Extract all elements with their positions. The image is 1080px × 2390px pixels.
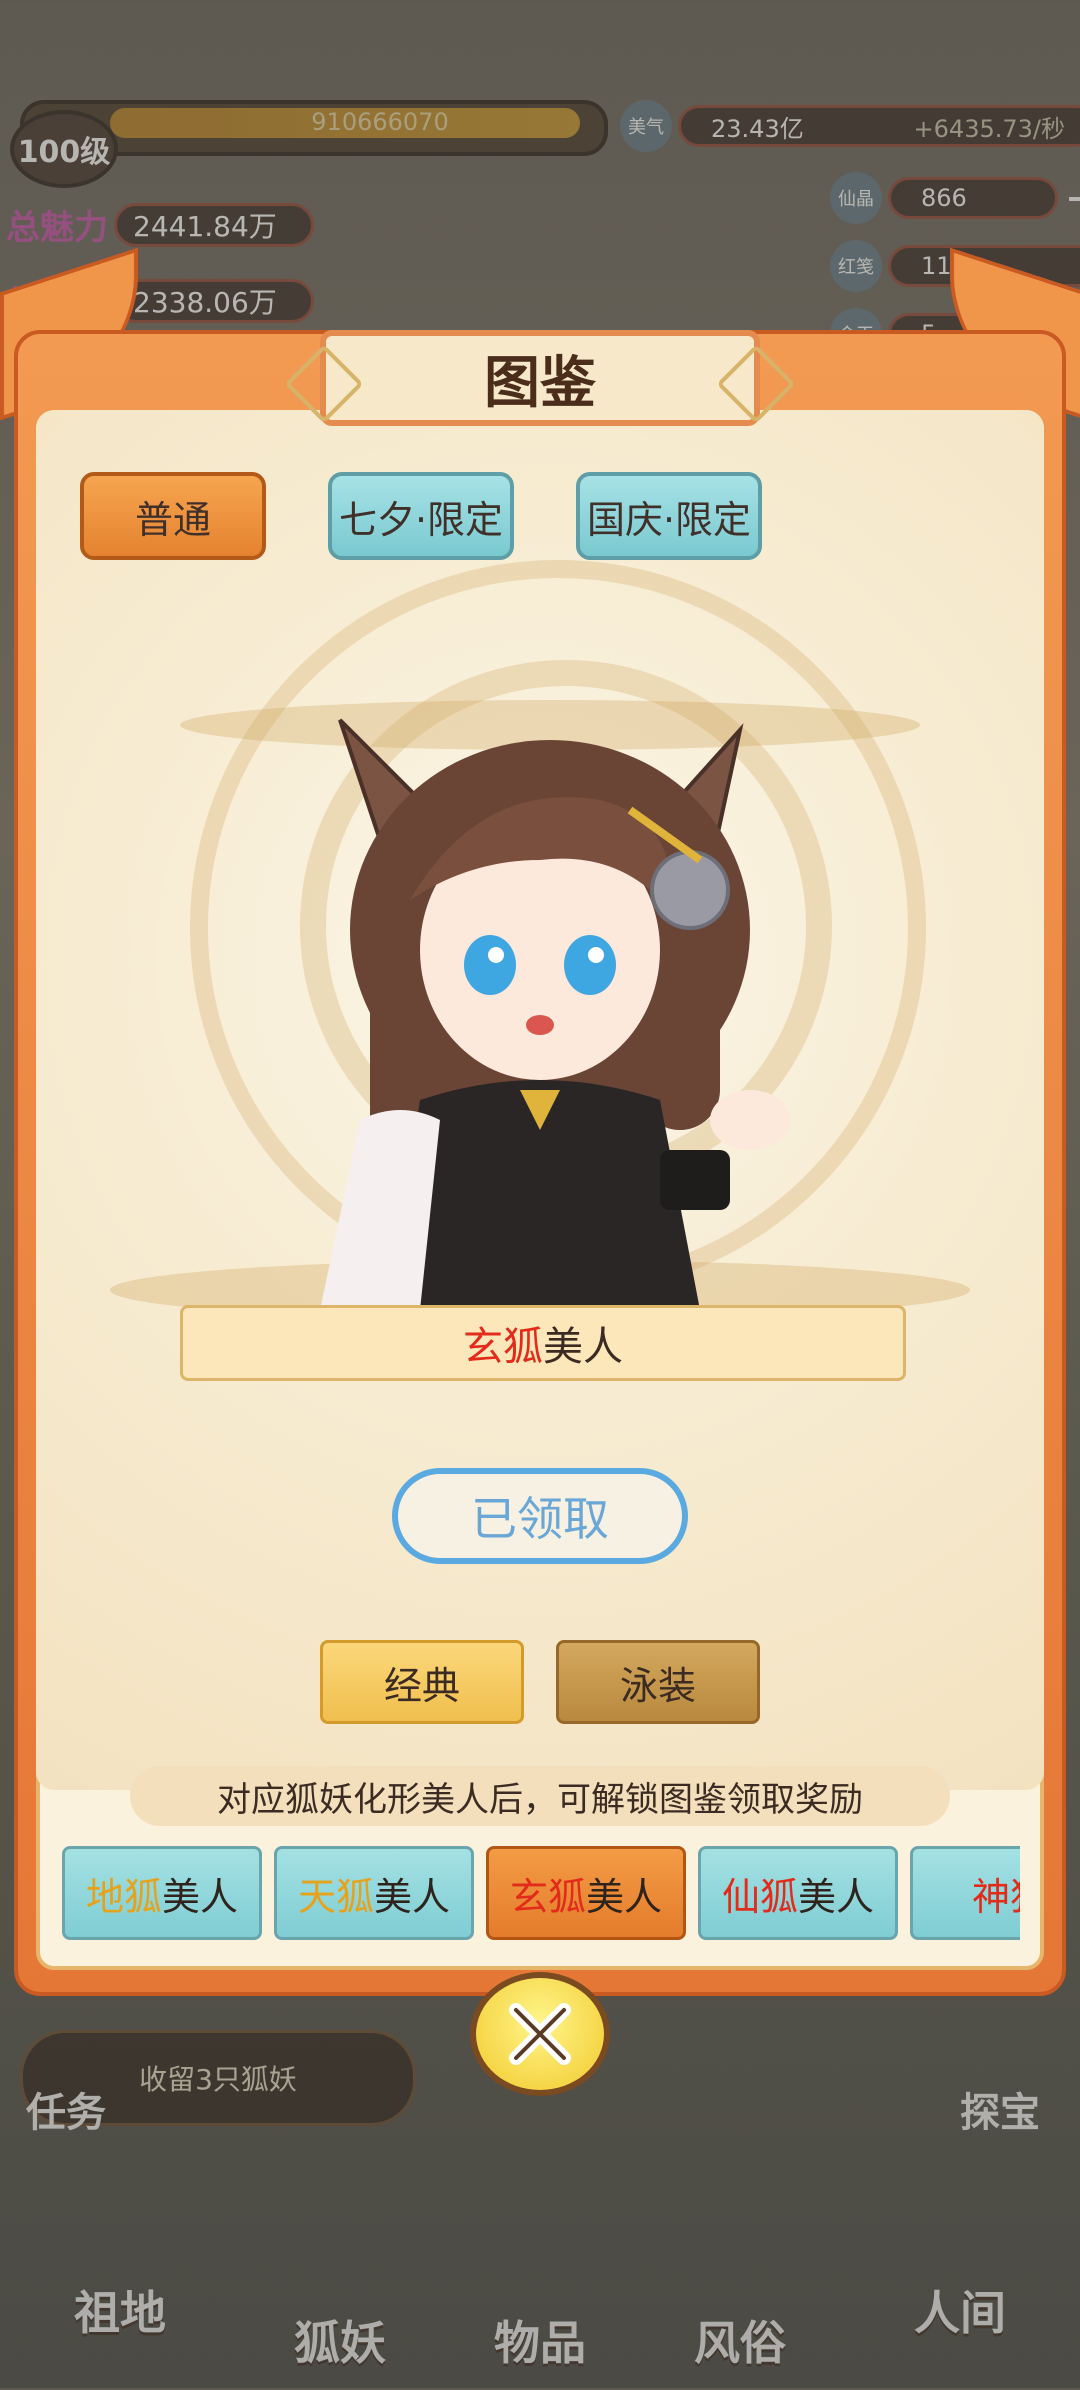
unlock-hint: 对应狐妖化形美人后，可解锁图鉴领取奖励 bbox=[130, 1766, 950, 1826]
crystal-icon: 仙晶 bbox=[830, 172, 882, 224]
category-label-suffix: 美人 bbox=[586, 1874, 663, 1919]
category-immortal-fox[interactable]: 仙狐 美人 bbox=[698, 1846, 898, 1940]
resource-1-value: 866 bbox=[888, 177, 1058, 219]
resource-1-row: 仙晶 866 + bbox=[830, 170, 1080, 226]
xp-text: 910666070 bbox=[311, 108, 449, 136]
claimed-button[interactable]: 已领取 bbox=[392, 1468, 688, 1564]
task-side-label[interactable]: 任务 bbox=[26, 2080, 106, 2138]
category-label-prefix: 仙狐 bbox=[721, 1874, 798, 1919]
tab-qixi-limited[interactable]: 七夕·限定 bbox=[328, 472, 514, 560]
category-divine-fox[interactable]: 神狐 bbox=[910, 1846, 1020, 1940]
treasure-button[interactable]: 探宝 bbox=[960, 2080, 1040, 2138]
beauty-qi-row: 美气 23.43亿 +6435.73/秒 bbox=[620, 100, 1080, 152]
beauty-qi-icon: 美气 bbox=[620, 100, 672, 152]
category-label-prefix: 地狐 bbox=[85, 1874, 162, 1919]
character-name-plate: 玄狐 美人 bbox=[180, 1305, 906, 1381]
beauty-qi-pill: 23.43亿 +6435.73/秒 bbox=[678, 105, 1080, 147]
charm-value: 2441.84万 bbox=[114, 202, 314, 247]
road-value: 2338.06万 bbox=[114, 278, 314, 323]
red-paper-icon: 红笺 bbox=[830, 240, 882, 292]
category-label-prefix: 天狐 bbox=[297, 1874, 374, 1919]
category-label-suffix: 美人 bbox=[798, 1874, 875, 1919]
category-label-prefix: 神狐 bbox=[971, 1874, 1020, 1919]
category-sky-fox[interactable]: 天狐 美人 bbox=[274, 1846, 474, 1940]
category-strip[interactable]: 地狐美人 天狐美人 玄狐美人 仙狐美人 神狐 bbox=[56, 1846, 1020, 1946]
tab-normal[interactable]: 普通 bbox=[80, 472, 266, 560]
character-name-suffix: 美人 bbox=[543, 1324, 623, 1370]
category-mystic-fox[interactable]: 玄狐 美人 bbox=[486, 1846, 686, 1940]
charm-label: 总魅力 bbox=[6, 208, 108, 248]
category-earth-fox[interactable]: 地狐 美人 bbox=[62, 1846, 262, 1940]
skin-classic-button[interactable]: 经典 bbox=[320, 1640, 524, 1724]
modal-title: 图鉴 bbox=[284, 330, 796, 426]
close-button[interactable] bbox=[470, 1972, 610, 2096]
skin-swimsuit-button[interactable]: 泳装 bbox=[556, 1640, 760, 1724]
nav-fox-spirit[interactable]: 狐妖 bbox=[240, 2290, 440, 2390]
nav-items[interactable]: 物品 bbox=[440, 2290, 640, 2390]
character-portrait bbox=[320, 718, 790, 1310]
character-name-prefix: 玄狐 bbox=[463, 1324, 543, 1370]
modal-title-text: 图鉴 bbox=[484, 350, 596, 416]
nav-customs[interactable]: 风俗 bbox=[640, 2290, 840, 2390]
task-text: 收留3只狐妖 bbox=[139, 2063, 297, 2096]
charm-row: 总魅力 2441.84万 bbox=[6, 200, 314, 249]
nav-ancestral-land[interactable]: 祖地 bbox=[20, 2260, 220, 2360]
tab-national-day-limited[interactable]: 国庆·限定 bbox=[576, 472, 762, 560]
close-icon bbox=[509, 2003, 571, 2065]
beauty-qi-value: 23.43亿 bbox=[711, 114, 804, 143]
beauty-qi-rate: +6435.73/秒 bbox=[913, 114, 1065, 143]
category-label-suffix: 美人 bbox=[162, 1874, 239, 1919]
level-badge: 100级 bbox=[10, 110, 118, 188]
category-label-suffix: 美人 bbox=[374, 1874, 451, 1919]
plus-icon[interactable]: + bbox=[1064, 170, 1080, 226]
category-label-prefix: 玄狐 bbox=[509, 1874, 586, 1919]
nav-mortal-world[interactable]: 人间 bbox=[860, 2260, 1060, 2360]
